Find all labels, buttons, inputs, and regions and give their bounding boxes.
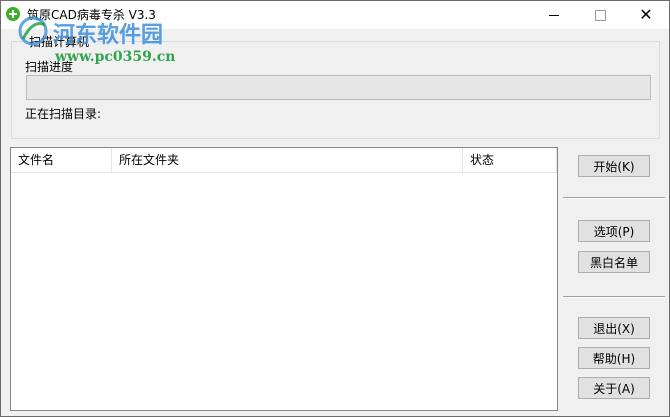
- options-button[interactable]: 选项(P): [578, 220, 650, 242]
- results-list[interactable]: 文件名 所在文件夹 状态: [10, 147, 558, 411]
- blacklist-button[interactable]: 黑白名单: [578, 251, 650, 273]
- help-button[interactable]: 帮助(H): [578, 347, 650, 369]
- about-button[interactable]: 关于(A): [578, 377, 650, 399]
- start-button[interactable]: 开始(K): [578, 155, 650, 177]
- column-header-filename[interactable]: 文件名: [11, 148, 112, 172]
- scan-group-label: 扫描计算机: [27, 33, 92, 50]
- minimize-icon: [549, 14, 559, 16]
- results-list-header: 文件名 所在文件夹 状态: [11, 148, 557, 173]
- separator: [563, 296, 665, 298]
- progress-label: 扫描进度: [25, 60, 74, 74]
- close-icon: ✕: [639, 5, 653, 24]
- minimize-button[interactable]: [531, 1, 577, 29]
- column-header-status[interactable]: 状态: [463, 148, 557, 172]
- window-title: 筑原CAD病毒专杀 V3.3: [27, 8, 156, 22]
- scan-progress-bar: [26, 75, 651, 100]
- exit-button[interactable]: 退出(X): [578, 317, 650, 339]
- close-button[interactable]: ✕: [623, 1, 669, 29]
- maximize-button[interactable]: [577, 1, 623, 29]
- main-window: 筑原CAD病毒专杀 V3.3 ✕ 扫描计算机 扫描进度 正在扫描目录: 文件名 …: [0, 0, 670, 417]
- app-plus-icon: [6, 7, 20, 21]
- scanning-directory-label: 正在扫描目录:: [25, 107, 102, 121]
- separator: [563, 197, 665, 199]
- maximize-icon: [594, 9, 606, 21]
- column-header-folder[interactable]: 所在文件夹: [112, 148, 463, 172]
- title-bar[interactable]: 筑原CAD病毒专杀 V3.3 ✕: [1, 1, 669, 29]
